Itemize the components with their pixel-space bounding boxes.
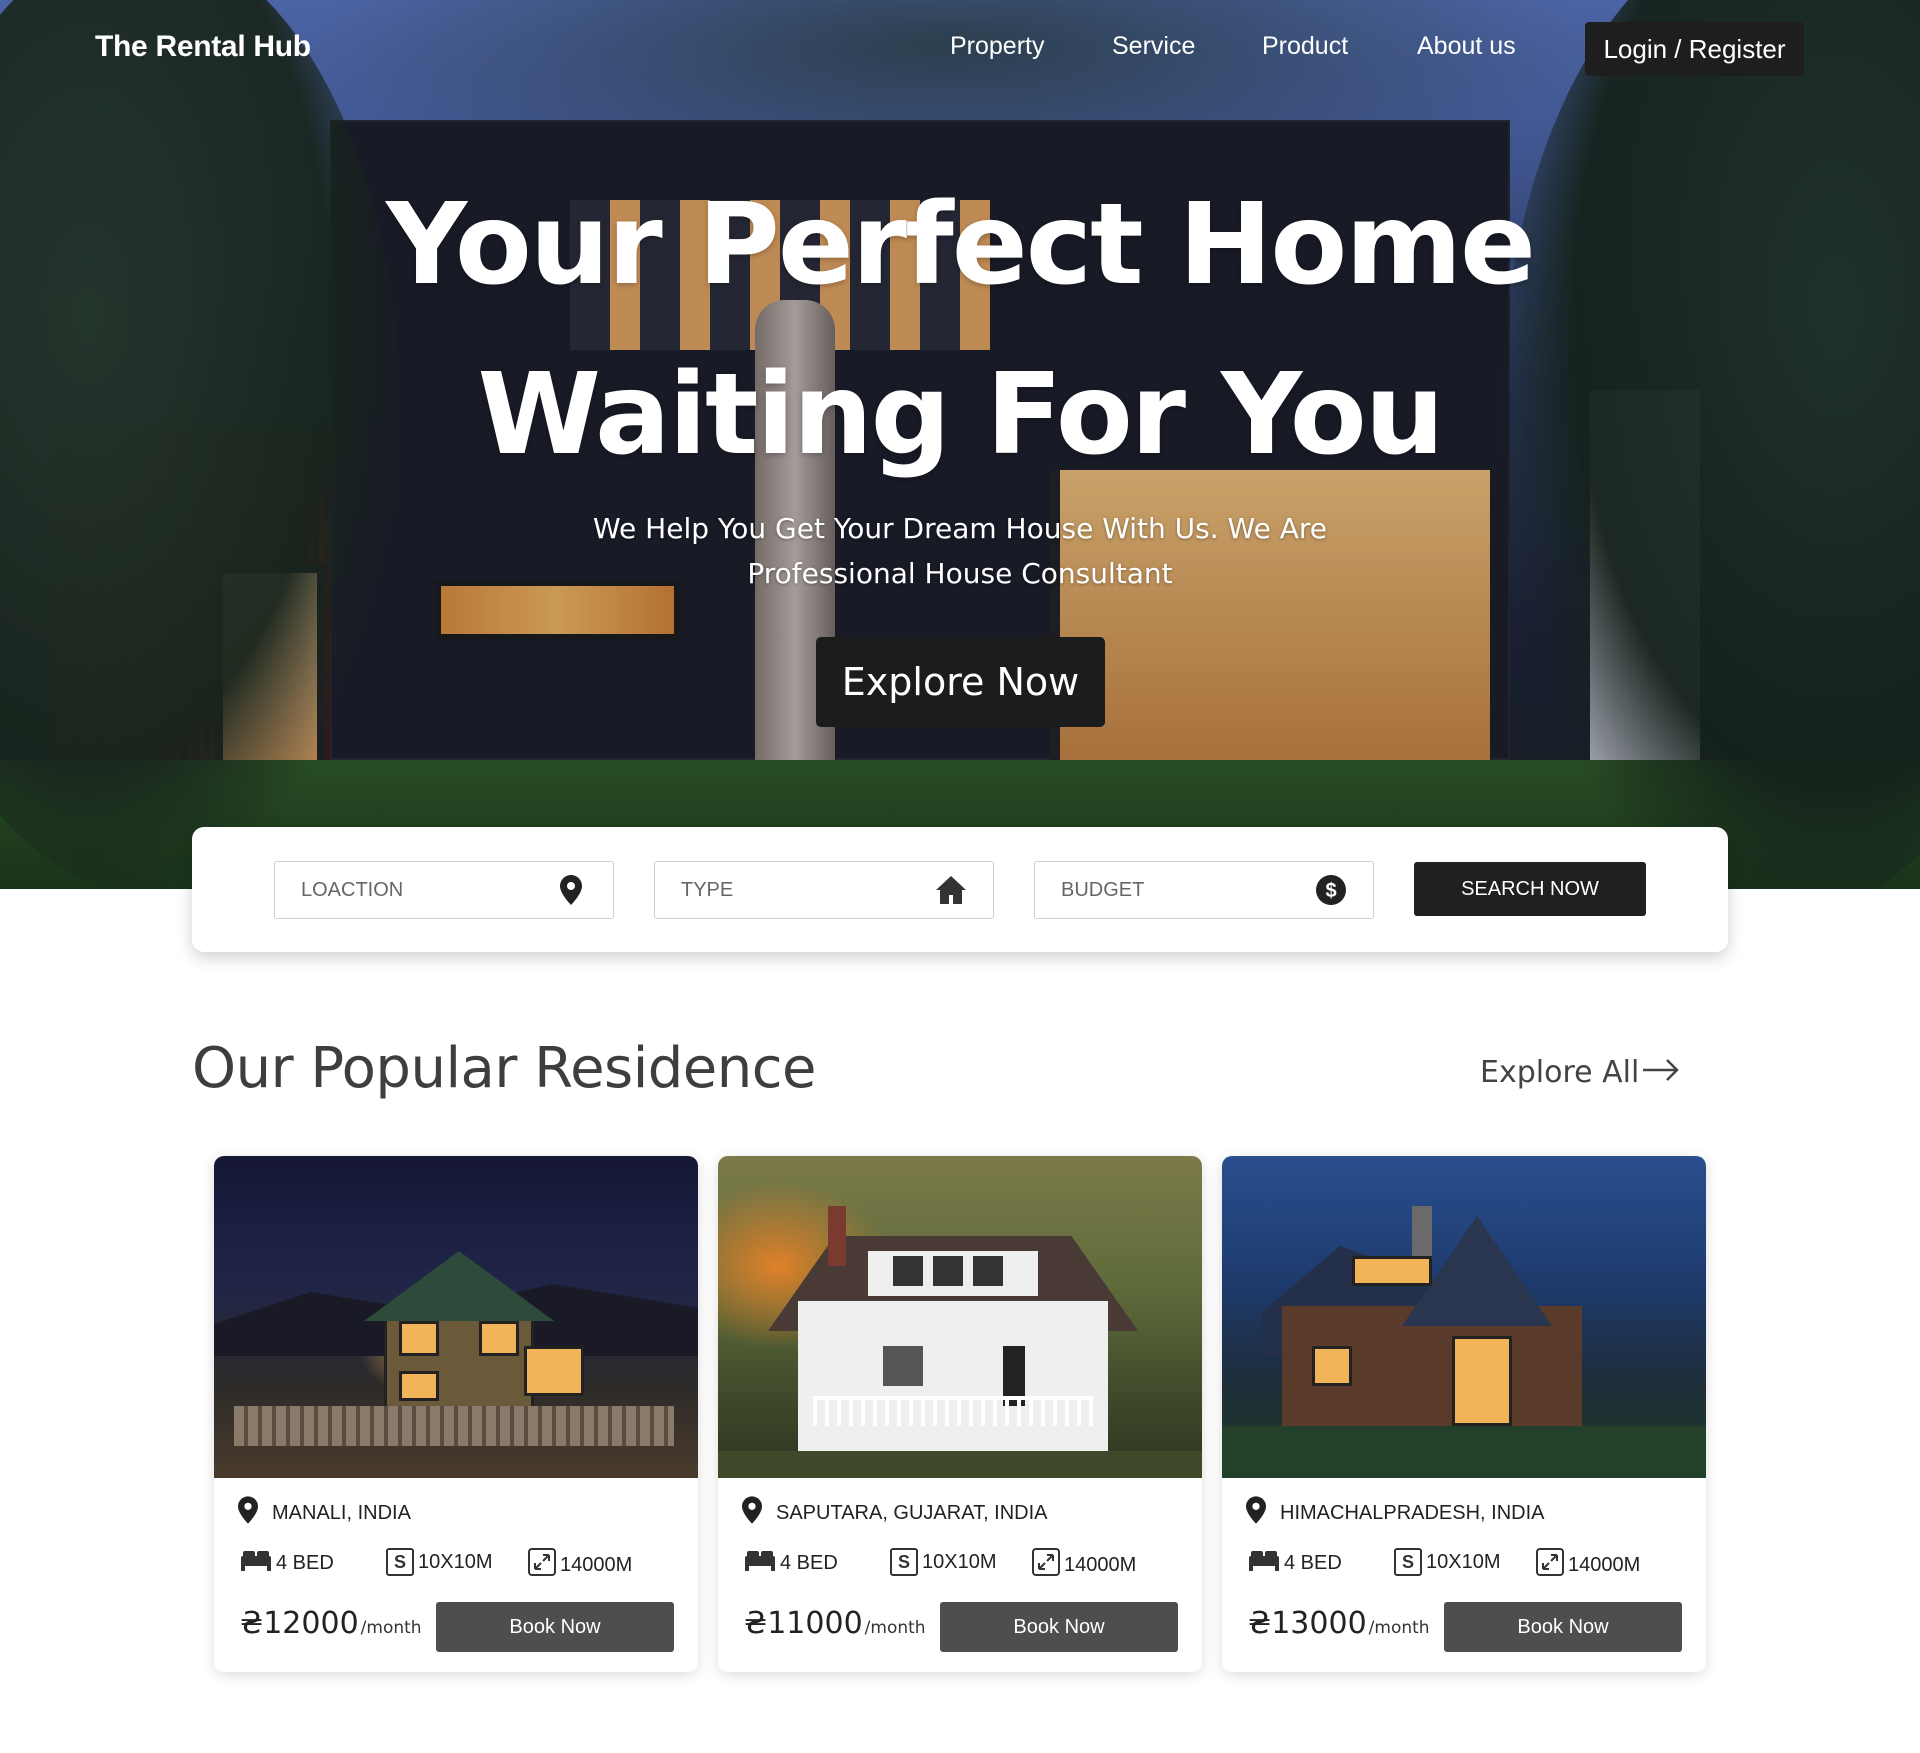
login-register-button[interactable]: Login / Register: [1585, 22, 1804, 76]
hero-subline-line1: We Help You Get Your Dream House With Us…: [592, 512, 1327, 545]
property-features: 4 BED S 10X10M 14000M: [1248, 1548, 1688, 1580]
location-text: MANALI, INDIA: [272, 1501, 411, 1524]
size-icon: S: [1394, 1548, 1422, 1576]
bed-icon: [240, 1548, 272, 1578]
page: The Rental Hub Property Service Product …: [0, 0, 1920, 1753]
property-location: HIMACHALPRADESH, INDIA: [1246, 1496, 1545, 1530]
type-input[interactable]: TYPE: [654, 861, 994, 919]
map-pin-icon: [555, 874, 587, 906]
size-feature: S 10X10M: [386, 1548, 493, 1576]
property-features: 4 BED S 10X10M 14000M: [240, 1548, 680, 1580]
arrow-right-icon: [1643, 1055, 1681, 1090]
expand-icon: [528, 1548, 556, 1582]
beds-text: 4 BED: [780, 1551, 838, 1574]
property-card: MANALI, INDIA 4 BED S 10X10M 14000M ₴120…: [214, 1156, 698, 1672]
beds-text: 4 BED: [276, 1551, 334, 1574]
area-text: 14000M: [1064, 1553, 1137, 1576]
area-feature: 14000M: [528, 1548, 632, 1582]
hero-headline-line2: Waiting For You: [477, 350, 1445, 480]
property-price: ₴12000 /month: [240, 1606, 422, 1641]
top-nav: The Rental Hub Property Service Product …: [0, 0, 1920, 100]
book-now-button[interactable]: Book Now: [436, 1602, 674, 1652]
size-text: 10X10M: [1426, 1550, 1501, 1573]
price-period: /month: [864, 1618, 926, 1638]
expand-icon: [1032, 1548, 1060, 1582]
location-placeholder: LOACTION: [301, 879, 404, 901]
hero-subline-line2: Professional House Consultant: [747, 557, 1173, 590]
size-icon: S: [386, 1548, 414, 1576]
beds-feature: 4 BED: [744, 1548, 838, 1578]
property-features: 4 BED S 10X10M 14000M: [744, 1548, 1184, 1580]
nav-link-about[interactable]: About us: [1417, 32, 1516, 61]
book-now-button[interactable]: Book Now: [1444, 1602, 1682, 1652]
search-panel: LOACTION TYPE BUDGET $ SEARCH NOW: [192, 827, 1728, 952]
map-pin-icon: [742, 1496, 762, 1530]
area-feature: 14000M: [1536, 1548, 1640, 1582]
property-image: [1222, 1156, 1706, 1478]
book-now-button[interactable]: Book Now: [940, 1602, 1178, 1652]
location-input[interactable]: LOACTION: [274, 861, 614, 919]
property-image: [214, 1156, 698, 1478]
hero-headline-line1: Your Perfect Home: [386, 180, 1536, 310]
area-text: 14000M: [1568, 1553, 1641, 1576]
location-text: SAPUTARA, GUJARAT, INDIA: [776, 1501, 1048, 1524]
map-pin-icon: [1246, 1496, 1266, 1530]
home-icon: [935, 874, 967, 906]
map-pin-icon: [238, 1496, 258, 1530]
location-text: HIMACHALPRADESH, INDIA: [1280, 1501, 1545, 1524]
price-value: ₴13000: [1248, 1606, 1367, 1641]
property-image: [718, 1156, 1202, 1478]
bed-icon: [1248, 1548, 1280, 1578]
property-card: SAPUTARA, GUJARAT, INDIA 4 BED S 10X10M …: [718, 1156, 1202, 1672]
explore-all-link[interactable]: Explore All: [1480, 1055, 1681, 1090]
svg-text:$: $: [1325, 880, 1336, 902]
price-period: /month: [360, 1618, 422, 1638]
price-value: ₴11000: [744, 1606, 863, 1641]
price-value: ₴12000: [240, 1606, 359, 1641]
expand-icon: [1536, 1548, 1564, 1582]
property-location: MANALI, INDIA: [238, 1496, 411, 1530]
size-feature: S 10X10M: [1394, 1548, 1501, 1576]
dollar-icon: $: [1315, 874, 1347, 906]
budget-placeholder: BUDGET: [1061, 879, 1145, 901]
nav-link-product[interactable]: Product: [1262, 32, 1348, 61]
beds-text: 4 BED: [1284, 1551, 1342, 1574]
explore-now-button[interactable]: Explore Now: [816, 637, 1105, 727]
nav-link-service[interactable]: Service: [1112, 32, 1195, 61]
search-now-button[interactable]: SEARCH NOW: [1414, 862, 1646, 916]
property-price: ₴13000 /month: [1248, 1606, 1430, 1641]
section-title: Our Popular Residence: [192, 1036, 816, 1101]
hero-section: The Rental Hub Property Service Product …: [0, 0, 1920, 889]
property-location: SAPUTARA, GUJARAT, INDIA: [742, 1496, 1048, 1530]
beds-feature: 4 BED: [1248, 1548, 1342, 1578]
price-period: /month: [1368, 1618, 1430, 1638]
nav-link-property[interactable]: Property: [950, 32, 1044, 61]
size-feature: S 10X10M: [890, 1548, 997, 1576]
area-feature: 14000M: [1032, 1548, 1136, 1582]
bed-icon: [744, 1548, 776, 1578]
beds-feature: 4 BED: [240, 1548, 334, 1578]
budget-input[interactable]: BUDGET $: [1034, 861, 1374, 919]
size-text: 10X10M: [418, 1550, 493, 1573]
type-placeholder: TYPE: [681, 879, 734, 901]
size-icon: S: [890, 1548, 918, 1576]
property-price: ₴11000 /month: [744, 1606, 926, 1641]
explore-all-label: Explore All: [1480, 1055, 1640, 1090]
size-text: 10X10M: [922, 1550, 997, 1573]
property-card: HIMACHALPRADESH, INDIA 4 BED S 10X10M 14…: [1222, 1156, 1706, 1672]
brand-logo[interactable]: The Rental Hub: [95, 30, 311, 64]
area-text: 14000M: [560, 1553, 633, 1576]
